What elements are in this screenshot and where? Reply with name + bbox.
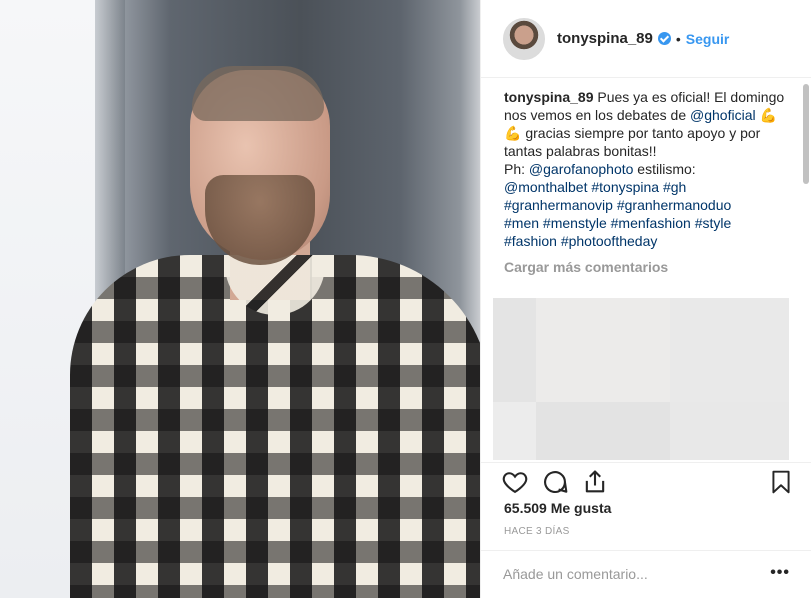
hashtag[interactable]: #granhermanovip (504, 197, 613, 213)
hashtag[interactable]: #menstyle (543, 215, 607, 231)
hashtag[interactable]: #gh (663, 179, 686, 195)
hashtag[interactable]: #granhermanoduo (617, 197, 731, 213)
caption-author[interactable]: tonyspina_89 (504, 89, 593, 105)
comments-loading-placeholder (493, 298, 789, 460)
separator-dot: • (675, 30, 681, 47)
stylist-label: estilismo: (633, 161, 696, 177)
caption: tonyspina_89 Pues ya es oficial! El domi… (504, 88, 794, 276)
load-more-comments-button[interactable]: Cargar más comentarios (504, 258, 794, 276)
hashtag[interactable]: #tonyspina (591, 179, 659, 195)
caption-text-2: gracias siempre por tanto apoyo y por ta… (504, 125, 761, 159)
hashtag[interactable]: #style (695, 215, 732, 231)
placeholder-tile (536, 298, 670, 402)
likes-count[interactable]: 65.509 Me gusta (504, 500, 611, 516)
hashtag[interactable]: #photooftheday (561, 233, 658, 249)
verified-badge-icon (657, 32, 671, 45)
placeholder-tile (670, 298, 789, 402)
action-bar (481, 462, 811, 502)
placeholder-tile (493, 402, 536, 460)
mention-monthalbet[interactable]: @monthalbet (504, 179, 587, 195)
more-options-icon[interactable]: ••• (770, 564, 790, 582)
mention-ghoficial[interactable]: @ghoficial (690, 107, 756, 123)
share-icon[interactable] (581, 468, 609, 496)
avatar[interactable] (503, 17, 545, 60)
placeholder-tile (536, 402, 670, 460)
placeholder-tile (670, 402, 789, 460)
hashtag[interactable]: #fashion (504, 233, 557, 249)
add-comment-bar: ••• (481, 550, 811, 598)
placeholder-tile (493, 298, 536, 402)
mention-garofanophoto[interactable]: @garofanophoto (529, 161, 634, 177)
author-handle[interactable]: tonyspina_89 (557, 30, 653, 47)
post-photo[interactable] (0, 0, 480, 598)
scrollbar-thumb[interactable] (803, 84, 809, 184)
post-header: tonyspina_89 • Seguir (481, 0, 811, 78)
post-panel: tonyspina_89 • Seguir tonyspina_89 Pues … (480, 0, 811, 598)
hashtag[interactable]: #menfashion (611, 215, 691, 231)
photo-hair (192, 66, 324, 121)
comment-input[interactable] (503, 563, 743, 585)
post-timestamp[interactable]: HACE 3 DÍAS (504, 526, 570, 537)
photo-credit-label: Ph: (504, 161, 529, 177)
bookmark-icon[interactable] (768, 468, 794, 496)
follow-button[interactable]: Seguir (686, 31, 730, 47)
hashtag[interactable]: #men (504, 215, 539, 231)
comments-scrollbar[interactable] (803, 80, 809, 460)
comment-icon[interactable] (541, 468, 569, 496)
heart-icon[interactable] (501, 468, 529, 496)
